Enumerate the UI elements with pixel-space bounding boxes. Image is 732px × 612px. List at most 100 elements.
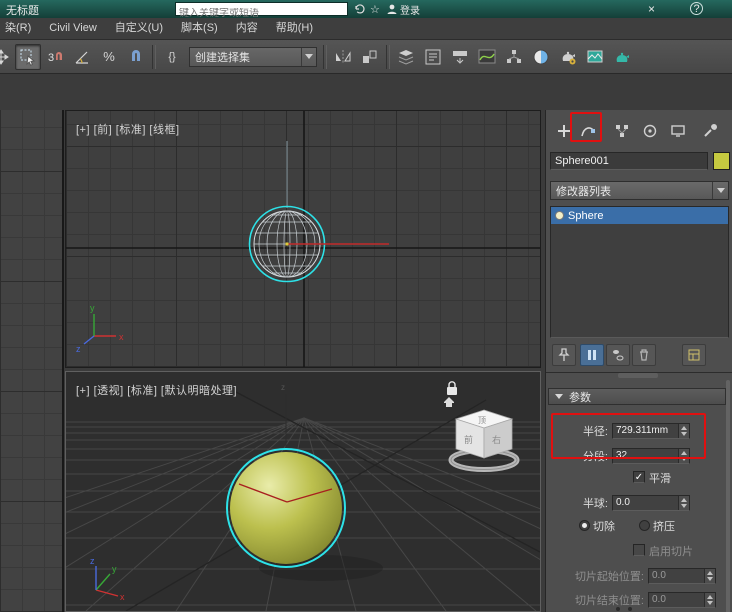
percent-snap-button[interactable]: % bbox=[96, 44, 122, 70]
remove-modifier-button[interactable] bbox=[632, 344, 656, 366]
panel-scrollbar[interactable] bbox=[726, 380, 730, 612]
perspective-viewport[interactable]: [+] [透视] [标准] [默认明暗处理] z 顶 前 右 x y z bbox=[65, 371, 541, 612]
menu-help[interactable]: 帮助(H) bbox=[267, 18, 322, 39]
render-setup-button[interactable] bbox=[555, 44, 581, 70]
modify-tab[interactable] bbox=[576, 119, 600, 143]
svg-text:前: 前 bbox=[464, 434, 473, 445]
display-tab[interactable] bbox=[666, 119, 690, 143]
make-unique-button[interactable] bbox=[606, 344, 630, 366]
scroll-indicator-dot bbox=[616, 607, 620, 611]
pin-stack-button[interactable] bbox=[552, 344, 576, 366]
sign-in-link[interactable]: 登录 bbox=[400, 2, 420, 17]
select-and-move-button[interactable] bbox=[0, 44, 14, 70]
selection-set-value: 创建选择集 bbox=[195, 51, 250, 64]
chop-label: 切除 bbox=[593, 521, 615, 533]
user-icon[interactable] bbox=[386, 2, 398, 16]
ribbon-toggle-button[interactable] bbox=[447, 44, 473, 70]
selection-set-combo[interactable]: 创建选择集 bbox=[189, 46, 317, 67]
schematic-view-button[interactable] bbox=[501, 44, 527, 70]
rendered-frame-window-button[interactable] bbox=[582, 44, 608, 70]
svg-text:z: z bbox=[90, 556, 95, 566]
hierarchy-tab[interactable] bbox=[610, 119, 634, 143]
show-end-result-button[interactable] bbox=[580, 344, 604, 366]
menu-customize[interactable]: 自定义(U) bbox=[106, 18, 172, 39]
3dsmax-window: 无标题 ☆ 登录 × ? 染(R) Civil View 自定义(U) 脚本(S… bbox=[0, 0, 732, 612]
chevron-down-icon[interactable] bbox=[301, 47, 316, 66]
menu-civil-view[interactable]: Civil View bbox=[40, 18, 105, 39]
configure-modifier-sets-button[interactable] bbox=[682, 344, 706, 366]
material-editor-button[interactable] bbox=[528, 44, 554, 70]
enable-slice-checkbox[interactable] bbox=[633, 544, 645, 556]
slice-to-field[interactable]: 0.0 bbox=[648, 592, 716, 608]
help-icon[interactable]: ? bbox=[690, 2, 703, 15]
stack-item-sphere[interactable]: Sphere bbox=[551, 207, 728, 224]
search-box[interactable] bbox=[175, 2, 348, 20]
modifier-list-dropdown[interactable]: 修改器列表 bbox=[550, 181, 729, 200]
front-viewport-canvas[interactable]: x y z bbox=[66, 111, 540, 367]
command-panel-tabs bbox=[546, 116, 732, 148]
object-color-swatch[interactable] bbox=[713, 152, 730, 170]
squash-label: 挤压 bbox=[653, 521, 675, 533]
curve-editor-button[interactable] bbox=[474, 44, 500, 70]
smooth-label: 平滑 bbox=[649, 473, 671, 485]
segments-spinner[interactable] bbox=[678, 449, 689, 463]
mirror-button[interactable] bbox=[330, 44, 356, 70]
radius-field[interactable]: 729.311mm bbox=[612, 423, 690, 439]
lock-icon bbox=[447, 381, 457, 395]
perspective-axis-tripod: x y z bbox=[90, 556, 125, 602]
chop-radio[interactable] bbox=[579, 520, 590, 531]
history-icon[interactable] bbox=[354, 2, 366, 16]
parameters-rollout-header[interactable]: 参数 bbox=[548, 388, 726, 405]
menu-content[interactable]: 内容 bbox=[227, 18, 267, 39]
scene-explorer-button[interactable] bbox=[420, 44, 446, 70]
perspective-viewport-canvas[interactable]: z 顶 前 右 x y z bbox=[66, 372, 540, 611]
segments-field[interactable]: 32 bbox=[612, 448, 690, 464]
slice-from-spinner[interactable] bbox=[704, 569, 715, 583]
spinner-snap-button[interactable] bbox=[123, 44, 149, 70]
create-tab[interactable] bbox=[552, 119, 576, 143]
smooth-checkbox[interactable]: ✓ bbox=[633, 471, 645, 483]
squash-radio[interactable] bbox=[639, 520, 650, 531]
radius-spinner[interactable] bbox=[678, 424, 689, 438]
slice-to-value: 0.0 bbox=[652, 594, 666, 605]
motion-tab[interactable] bbox=[638, 119, 662, 143]
render-production-button[interactable] bbox=[609, 44, 635, 70]
chevron-down-icon[interactable] bbox=[712, 182, 728, 199]
rollout-title: 参数 bbox=[569, 391, 591, 404]
perspective-viewport-label[interactable]: [+] [透视] [标准] [默认明暗处理] bbox=[76, 382, 237, 398]
check-icon: ✓ bbox=[634, 472, 644, 483]
scroll-indicator-dot bbox=[628, 607, 632, 611]
rollout-open-icon bbox=[555, 394, 563, 399]
edit-named-selections-button[interactable]: {} bbox=[159, 44, 185, 70]
toolbar-separator bbox=[323, 44, 327, 69]
svg-text:3: 3 bbox=[48, 52, 54, 64]
hemisphere-label: 半球: bbox=[582, 498, 608, 510]
favorites-star-icon[interactable]: ☆ bbox=[370, 2, 380, 16]
menu-render[interactable]: 染(R) bbox=[0, 18, 40, 39]
front-viewport-label[interactable]: [+] [前] [标准] [线框] bbox=[76, 121, 180, 137]
viewcube-home-icon bbox=[444, 397, 454, 407]
object-name-field[interactable]: Sphere001 bbox=[550, 152, 708, 170]
select-object-button[interactable] bbox=[15, 43, 41, 70]
window-title: 无标题 bbox=[6, 5, 39, 17]
menu-scripting[interactable]: 脚本(S) bbox=[172, 18, 227, 39]
align-button[interactable] bbox=[357, 44, 383, 70]
hemisphere-spinner[interactable] bbox=[678, 496, 689, 510]
hemisphere-value: 0.0 bbox=[616, 497, 630, 508]
snap-toggle-3d-button[interactable]: 3 bbox=[42, 44, 68, 70]
close-icon[interactable]: × bbox=[648, 2, 655, 16]
layer-explorer-button[interactable] bbox=[393, 44, 419, 70]
slice-from-value: 0.0 bbox=[652, 570, 666, 581]
slice-to-spinner[interactable] bbox=[704, 593, 715, 607]
panel-splitter-handle[interactable] bbox=[618, 373, 658, 378]
utilities-tab[interactable] bbox=[698, 119, 722, 143]
hemisphere-field[interactable]: 0.0 bbox=[612, 495, 690, 511]
slice-from-field[interactable]: 0.0 bbox=[648, 568, 716, 584]
svg-text:y: y bbox=[90, 303, 95, 313]
front-viewport[interactable]: [+] [前] [标准] [线框] x y z bbox=[65, 110, 541, 368]
svg-text:x: x bbox=[120, 592, 125, 602]
modifier-stack[interactable]: Sphere bbox=[550, 206, 729, 338]
stack-item-label: Sphere bbox=[568, 209, 604, 222]
angle-snap-button[interactable] bbox=[69, 44, 95, 70]
left-viewport-strip[interactable] bbox=[0, 110, 64, 612]
